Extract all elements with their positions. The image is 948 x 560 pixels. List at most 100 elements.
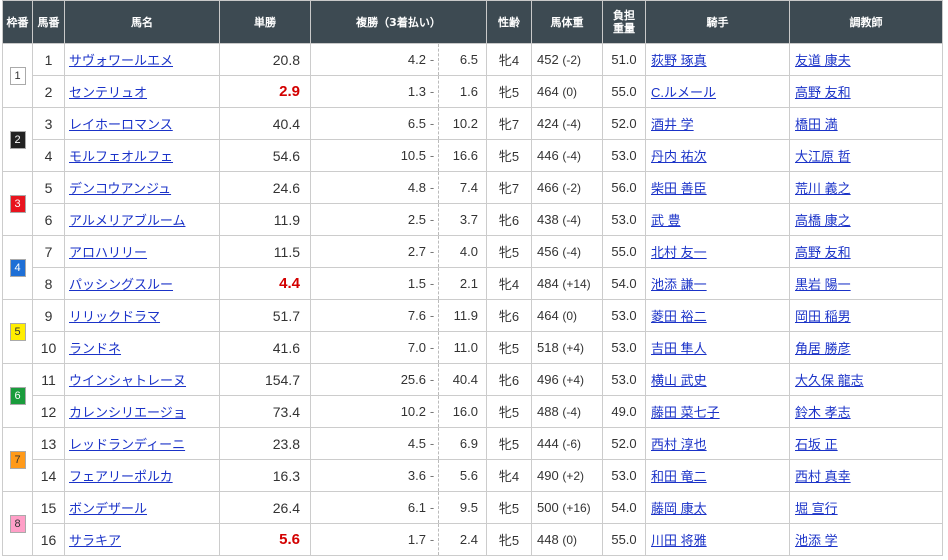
horse-name-link[interactable]: サラキア [69, 533, 121, 548]
weight-diff: (0) [562, 309, 577, 323]
jockey-link[interactable]: C.ルメール [651, 85, 716, 100]
jockey-link[interactable]: 藤岡 康太 [651, 501, 707, 516]
fukusho-min: 10.5 [400, 148, 426, 163]
fukusho-min: 7.0 [407, 340, 426, 355]
umaban-cell: 9 [32, 299, 65, 332]
horse-name-link[interactable]: サヴォワールエメ [69, 53, 173, 68]
trainer-link[interactable]: 友道 康夫 [795, 53, 851, 68]
kinryo: 55.0 [602, 523, 646, 556]
tansho-odds: 40.4 [219, 107, 311, 140]
weight-diff: (-2) [562, 181, 581, 195]
trainer-link[interactable]: 岡田 稲男 [795, 309, 851, 324]
horse-weight-cell: 488 (-4) [531, 395, 603, 428]
weight-diff: (0) [562, 85, 577, 99]
jockey-link[interactable]: 北村 友一 [651, 245, 707, 260]
horse-name-link[interactable]: モルフェオルフェ [69, 149, 173, 164]
horse-weight: 488 [537, 404, 559, 419]
range-dash: - [429, 372, 435, 387]
jockey-link[interactable]: 和田 竜二 [651, 469, 707, 484]
jockey-link[interactable]: 藤田 菜七子 [651, 405, 720, 420]
jockey-link[interactable]: 川田 将雅 [651, 533, 707, 548]
umaban-cell: 13 [32, 427, 65, 460]
fukusho-max: 9.5 [438, 491, 487, 524]
table-row: 10 ランドネ 41.6 7.0-11.0 牝5 518 (+4) 53.0 吉田 隼人 角居 … [3, 331, 943, 364]
jockey-link[interactable]: 丹内 祐次 [651, 149, 707, 164]
sex-age: 牝5 [486, 523, 532, 556]
trainer-link[interactable]: 角居 勝彦 [795, 341, 851, 356]
trainer-link[interactable]: 西村 真幸 [795, 469, 851, 484]
tansho-odds: 54.6 [219, 139, 311, 172]
trainer-link[interactable]: 鈴木 孝志 [795, 405, 851, 420]
jockey-link[interactable]: 吉田 隼人 [651, 341, 707, 356]
horse-name-cell: ボンデザール [64, 491, 220, 524]
trainer-cell: 荒川 義之 [789, 171, 943, 204]
horse-name-link[interactable]: レイホーロマンス [69, 117, 173, 132]
horse-name-cell: パッシングスルー [64, 267, 220, 300]
fukusho-min-cell: 2.5- [310, 203, 439, 236]
fukusho-min: 1.3 [407, 84, 426, 99]
jockey-link[interactable]: 荻野 琢真 [651, 53, 707, 68]
trainer-link[interactable]: 堀 宣行 [795, 501, 838, 516]
sex-age: 牝5 [486, 491, 532, 524]
horse-weight-cell: 484 (+14) [531, 267, 603, 300]
kinryo: 55.0 [602, 235, 646, 268]
jockey-link[interactable]: 池添 謙一 [651, 277, 707, 292]
sex-age: 牝4 [486, 43, 532, 76]
trainer-link[interactable]: 池添 学 [795, 533, 838, 548]
umaban-cell: 11 [32, 363, 65, 396]
horse-name-link[interactable]: ランドネ [69, 341, 121, 356]
trainer-link[interactable]: 橋田 満 [795, 117, 838, 132]
horse-name-link[interactable]: ウインシャトレーヌ [69, 373, 186, 388]
sex-age: 牝5 [486, 427, 532, 460]
tansho-odds: 4.4 [219, 267, 311, 300]
horse-name-cell: レイホーロマンス [64, 107, 220, 140]
horse-name-cell: ランドネ [64, 331, 220, 364]
horse-name-link[interactable]: パッシングスルー [69, 277, 173, 292]
trainer-cell: 大久保 龍志 [789, 363, 943, 396]
trainer-link[interactable]: 高野 友和 [795, 245, 851, 260]
horse-name-link[interactable]: デンコウアンジュ [69, 181, 171, 196]
trainer-cell: 大江原 哲 [789, 139, 943, 172]
horse-name-link[interactable]: アルメリアブルーム [69, 213, 185, 228]
header-weight: 馬体重 [531, 0, 603, 44]
jockey-link[interactable]: 菱田 裕二 [651, 309, 707, 324]
horse-name-link[interactable]: カレンシリエージョ [69, 405, 186, 420]
sex-age: 牝6 [486, 363, 532, 396]
trainer-link[interactable]: 荒川 義之 [795, 181, 851, 196]
trainer-link[interactable]: 大江原 哲 [795, 149, 851, 164]
jockey-link[interactable]: 横山 武史 [651, 373, 707, 388]
weight-diff: (-4) [562, 149, 581, 163]
horse-name-link[interactable]: リリックドラマ [69, 309, 160, 324]
trainer-link[interactable]: 高橋 康之 [795, 213, 851, 228]
horse-name-link[interactable]: レッドランディーニ [69, 437, 185, 452]
fukusho-min-cell: 10.5- [310, 139, 439, 172]
jockey-link[interactable]: 武 豊 [651, 213, 681, 228]
fukusho-max: 40.4 [438, 363, 487, 396]
waku-badge: 7 [9, 450, 26, 469]
header-fukusho: 複勝（3着払い） [310, 0, 487, 44]
kinryo: 54.0 [602, 491, 646, 524]
kinryo: 49.0 [602, 395, 646, 428]
waku-badge: 4 [9, 258, 26, 277]
fukusho-min: 10.2 [400, 404, 426, 419]
jockey-link[interactable]: 柴田 善臣 [651, 181, 707, 196]
trainer-link[interactable]: 大久保 龍志 [795, 373, 864, 388]
umaban-cell: 6 [32, 203, 65, 236]
tansho-odds: 20.8 [219, 43, 311, 76]
trainer-link[interactable]: 高野 友和 [795, 85, 851, 100]
horse-name-link[interactable]: センテリュオ [69, 85, 147, 100]
horse-name-link[interactable]: フェアリーポルカ [69, 469, 173, 484]
horse-name-link[interactable]: アロハリリー [69, 245, 147, 260]
fukusho-min-cell: 7.0- [310, 331, 439, 364]
jockey-link[interactable]: 西村 淳也 [651, 437, 707, 452]
horse-name-link[interactable]: ボンデザール [69, 501, 147, 516]
tansho-odds: 41.6 [219, 331, 311, 364]
tansho-odds: 23.8 [219, 427, 311, 460]
trainer-cell: 黒岩 陽一 [789, 267, 943, 300]
trainer-link[interactable]: 黒岩 陽一 [795, 277, 851, 292]
weight-diff: (-4) [562, 117, 581, 131]
horse-weight: 444 [537, 436, 559, 451]
jockey-link[interactable]: 酒井 学 [651, 117, 694, 132]
horse-weight: 424 [537, 116, 559, 131]
trainer-link[interactable]: 石坂 正 [795, 437, 838, 452]
